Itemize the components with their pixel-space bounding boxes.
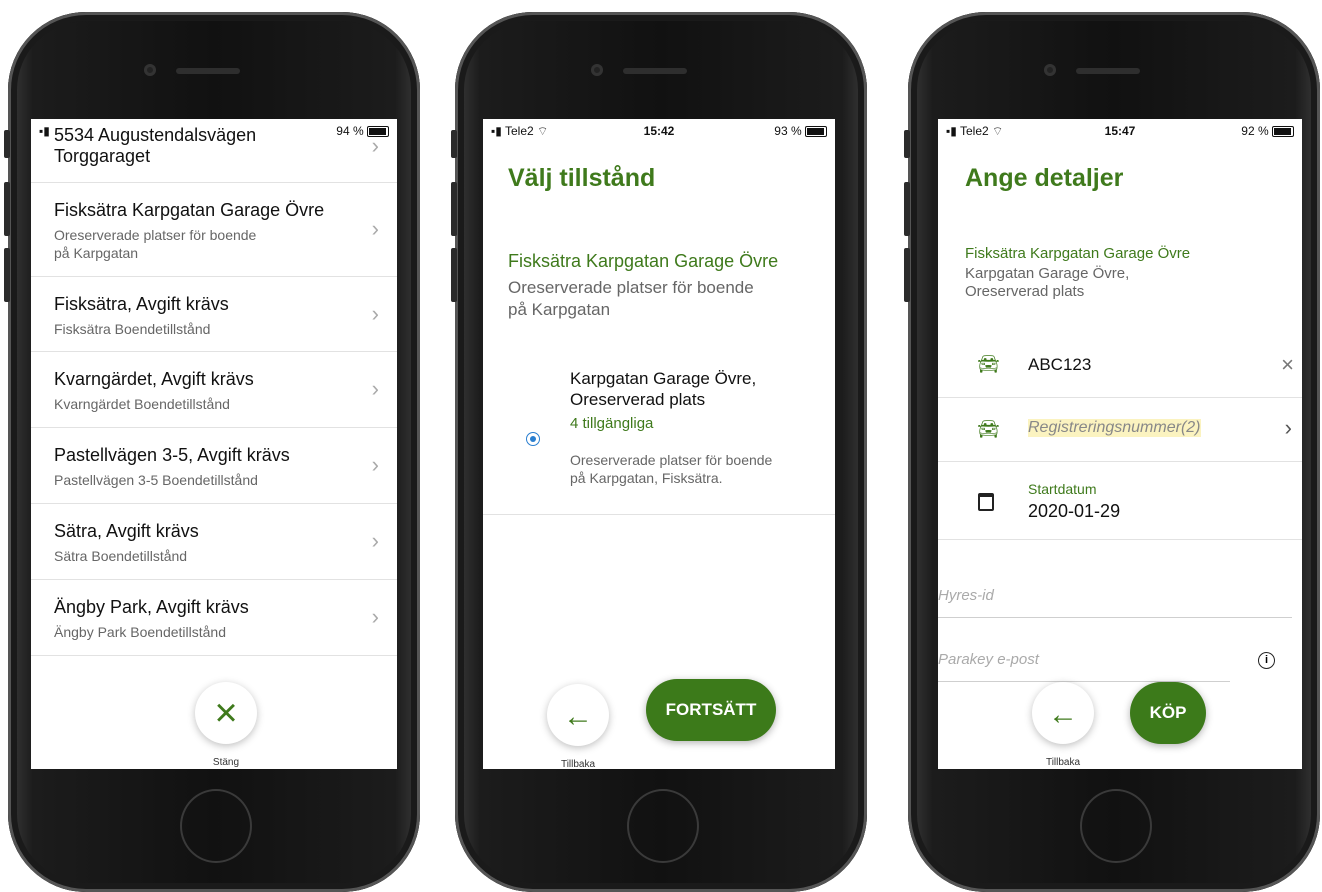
list-item[interactable]: Sätra, Avgift krävs Sätra Boendetillstån…: [31, 503, 397, 580]
list-item[interactable]: Kvarngärdet, Avgift krävs Kvarngärdet Bo…: [31, 351, 397, 428]
car-icon: 🚘︎: [977, 354, 1000, 374]
close-label: Stäng: [212, 757, 240, 768]
close-icon: ×: [214, 691, 238, 735]
parakey-email-placeholder: Parakey e-post: [938, 651, 1039, 668]
chevron-right-icon: ›: [371, 528, 379, 553]
list-item-title: Fisksätra Karpgatan Garage Övre: [54, 200, 325, 220]
phone-2: ▪▮ Tele2 ⌔ 15:42 93 % Välj tillstånd Fis…: [451, 12, 867, 892]
list-item[interactable]: Pastellvägen 3-5, Avgift krävs Pastellvä…: [31, 427, 397, 504]
chevron-right-icon: ›: [371, 301, 379, 326]
chevron-right-icon: ›: [371, 376, 379, 401]
list-item[interactable]: Fisksätra Karpgatan Garage Övre Oreserve…: [31, 182, 397, 277]
close-button[interactable]: ×: [195, 682, 257, 744]
facility-description-2: Oreserverad plats: [965, 283, 1085, 300]
status-bar: ▪▮ Tele2 ⌔ 15:47 92 %: [938, 119, 1302, 141]
battery-icon: [805, 126, 827, 138]
page-title: Ange detaljer: [965, 164, 1124, 192]
car-icon: 🚘︎: [977, 419, 1000, 439]
start-date-value: 2020-01-29: [1028, 501, 1121, 521]
home-button[interactable]: [180, 789, 252, 863]
screen-permit-list: ▪▮ 94 % 5534 Augustendalsvägen Torggarag…: [31, 119, 397, 769]
list-item[interactable]: Ängby Park, Avgift krävs Ängby Park Boen…: [31, 579, 397, 656]
camera-icon: [1044, 64, 1056, 76]
speaker-grille: [1076, 68, 1140, 74]
speaker-grille: [176, 68, 240, 74]
list-item-title: Ängby Park, Avgift krävs: [54, 597, 249, 617]
screen-select-permit: ▪▮ Tele2 ⌔ 15:42 93 % Välj tillstånd Fis…: [483, 119, 835, 769]
page-title: Välj tillstånd: [508, 164, 656, 192]
list-item-subtitle: Pastellvägen 3-5 Boendetillstånd: [54, 472, 258, 488]
list-item[interactable]: 5534 Augustendalsvägen Torggaraget ›: [31, 119, 397, 183]
clear-icon[interactable]: ×: [1281, 352, 1294, 378]
back-label: Tillbaka: [1045, 757, 1081, 768]
start-date-label: Startdatum: [1028, 481, 1097, 497]
list-item[interactable]: Fisksätra, Avgift krävs Fisksätra Boende…: [31, 276, 397, 352]
battery-percent: 92 %: [1241, 124, 1269, 138]
back-button[interactable]: ←: [1032, 682, 1094, 744]
hyres-id-field[interactable]: Hyres-id: [938, 577, 1292, 618]
arrow-left-icon: ←: [563, 700, 593, 733]
vehicle-row[interactable]: 🚘︎ ABC123 ×: [938, 334, 1302, 398]
plate-value: ABC123: [1028, 355, 1092, 374]
status-bar: ▪▮ Tele2 ⌔ 15:42 93 %: [483, 119, 835, 141]
list-item-title-2: Torggaraget: [54, 146, 151, 166]
back-button[interactable]: ←: [547, 684, 609, 746]
speaker-grille: [623, 68, 687, 74]
arrow-left-icon: ←: [1048, 698, 1078, 731]
info-icon[interactable]: i: [1258, 652, 1275, 669]
vehicle-row-2[interactable]: 🚘︎ Registreringsnummer(2) ›: [938, 397, 1302, 462]
facility-description-2: på Karpgatan: [508, 300, 611, 319]
start-date-row[interactable]: Startdatum 2020-01-29: [938, 461, 1302, 540]
permit-option[interactable]: Karpgatan Garage Övre, Oreserverad plats…: [483, 359, 835, 515]
chevron-right-icon: ›: [371, 604, 379, 629]
chevron-right-icon: ›: [371, 452, 379, 477]
buy-button[interactable]: KÖP: [1130, 682, 1206, 744]
facility-name: Fisksätra Karpgatan Garage Övre: [508, 251, 779, 271]
phone-3: ▪▮ Tele2 ⌔ 15:47 92 % Ange detaljer Fisk…: [904, 12, 1320, 892]
hyres-id-placeholder: Hyres-id: [938, 587, 994, 604]
home-button[interactable]: [627, 789, 699, 863]
list-item-title: Kvarngärdet, Avgift krävs: [54, 369, 254, 389]
list-item-subtitle-2: på Karpgatan: [54, 245, 139, 261]
camera-icon: [591, 64, 603, 76]
option-description-2: på Karpgatan, Fisksätra.: [570, 470, 723, 486]
option-availability: 4 tillgängliga: [570, 415, 654, 432]
facility-name: Fisksätra Karpgatan Garage Övre: [965, 245, 1191, 262]
back-label: Tillbaka: [560, 759, 596, 769]
home-button[interactable]: [1080, 789, 1152, 863]
camera-icon: [144, 64, 156, 76]
option-title: Karpgatan Garage Övre,: [570, 369, 757, 388]
phone-1: ▪▮ 94 % 5534 Augustendalsvägen Torggarag…: [4, 12, 420, 892]
chevron-right-icon: ›: [1284, 415, 1292, 440]
continue-button[interactable]: FORTSÄTT: [646, 679, 776, 741]
option-title-2: Oreserverad plats: [570, 390, 706, 409]
facility-description: Oreserverade platser för boende: [508, 278, 754, 297]
parakey-email-field[interactable]: Parakey e-post: [938, 641, 1230, 682]
screen-enter-details: ▪▮ Tele2 ⌔ 15:47 92 % Ange detaljer Fisk…: [938, 119, 1302, 769]
registration-number-field[interactable]: Registreringsnummer(2): [1028, 419, 1201, 437]
list-item-title: Pastellvägen 3-5, Avgift krävs: [54, 445, 290, 465]
radio-selected[interactable]: [526, 432, 540, 446]
chevron-right-icon: ›: [371, 216, 379, 241]
option-description: Oreserverade platser för boende: [570, 452, 773, 468]
battery-icon: [1272, 126, 1294, 138]
chevron-right-icon: ›: [371, 133, 379, 158]
battery-percent: 93 %: [774, 124, 802, 138]
list-item-subtitle: Sätra Boendetillstånd: [54, 548, 188, 564]
list-item-subtitle: Kvarngärdet Boendetillstånd: [54, 396, 230, 412]
list-item-title: 5534 Augustendalsvägen: [54, 125, 257, 145]
list-item-title: Sätra, Avgift krävs: [54, 521, 199, 541]
list-item-title: Fisksätra, Avgift krävs: [54, 294, 229, 314]
calendar-icon: [978, 493, 994, 511]
list-item-subtitle: Oreserverade platser för boende: [54, 227, 257, 243]
facility-description: Karpgatan Garage Övre,: [965, 265, 1130, 282]
list-item-subtitle: Fisksätra Boendetillstånd: [54, 321, 211, 337]
list-item-subtitle: Ängby Park Boendetillstånd: [54, 624, 226, 640]
